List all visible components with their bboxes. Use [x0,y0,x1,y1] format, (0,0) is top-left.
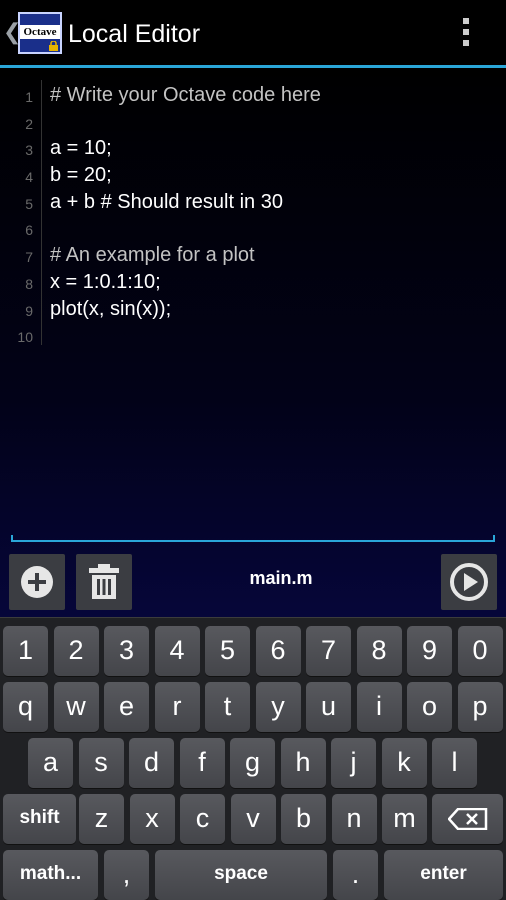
code-lines[interactable]: 1 # Write your Octave code here 2 3 a = 10; 4… [0,83,506,350]
key-c[interactable]: c [180,794,225,844]
code-text[interactable]: a + b # Should result in 30 [50,191,283,214]
line-number: 8 [25,275,33,292]
line-number: 5 [25,195,33,212]
code-line[interactable]: 6 [0,216,506,243]
run-button[interactable] [441,554,497,610]
key-v[interactable]: v [230,794,276,844]
key-p[interactable]: p [457,682,503,732]
code-text[interactable]: # An example for a plot [50,244,255,267]
add-circle-icon [21,566,53,598]
code-line[interactable]: 8 x = 1:0.1:10; [0,270,506,297]
app-logo-icon[interactable]: Octave [18,12,62,54]
key-x[interactable]: x [129,794,175,844]
key-e[interactable]: e [104,682,149,732]
code-text[interactable]: # Write your Octave code here [50,84,321,107]
key-t[interactable]: t [205,682,250,732]
key-4[interactable]: 4 [154,626,200,676]
key-f[interactable]: f [179,738,225,788]
key-8[interactable]: 8 [356,626,402,676]
shift-key[interactable]: shift [3,794,76,844]
key-u[interactable]: u [306,682,351,732]
key-1[interactable]: 1 [3,626,48,676]
code-text[interactable]: x = 1:0.1:10; [50,271,161,294]
code-text[interactable]: a = 10; [50,137,112,160]
enter-key[interactable]: enter [384,850,503,900]
line-number: 6 [25,222,33,239]
line-number: 9 [25,302,33,319]
comma-key[interactable]: , [104,850,149,900]
play-icon [450,563,488,601]
line-number: 2 [25,115,33,132]
key-9[interactable]: 9 [407,626,452,676]
code-line[interactable]: 5 a + b # Should result in 30 [0,190,506,217]
add-file-button[interactable] [9,554,65,610]
key-3[interactable]: 3 [104,626,149,676]
editor-underline [11,535,495,542]
logo-text: Octave [20,25,60,39]
key-g[interactable]: g [230,738,275,788]
key-n[interactable]: n [331,794,377,844]
page-title: Local Editor [68,20,201,48]
key-b[interactable]: b [281,794,326,844]
code-line[interactable]: 10 [0,323,506,350]
trash-icon [89,564,119,599]
key-j[interactable]: j [331,738,376,788]
key-5[interactable]: 5 [205,626,250,676]
key-w[interactable]: w [53,682,99,732]
overflow-menu-icon[interactable] [456,18,476,50]
key-l[interactable]: l [432,738,477,788]
delete-file-button[interactable] [76,554,132,610]
line-number: 1 [25,89,33,105]
line-number: 3 [25,142,33,159]
code-text[interactable]: b = 20; [50,164,112,187]
key-o[interactable]: o [407,682,452,732]
key-h[interactable]: h [280,738,326,788]
line-number: 7 [25,249,33,266]
key-i[interactable]: i [356,682,402,732]
code-line[interactable]: 9 plot(x, sin(x)); [0,297,506,324]
math-key[interactable]: math... [3,850,98,900]
key-7[interactable]: 7 [306,626,351,676]
key-6[interactable]: 6 [255,626,301,676]
backspace-key[interactable] [432,794,503,844]
code-line[interactable]: 7 # An example for a plot [0,243,506,270]
key-m[interactable]: m [382,794,427,844]
key-q[interactable]: q [3,682,48,732]
key-k[interactable]: k [381,738,427,788]
code-line[interactable]: 1 # Write your Octave code here [0,83,506,110]
action-bar: ❮ Octave Local Editor [0,0,506,66]
key-d[interactable]: d [129,738,174,788]
code-line[interactable]: 4 b = 20; [0,163,506,190]
code-text[interactable]: plot(x, sin(x)); [50,298,171,321]
code-line[interactable]: 3 a = 10; [0,136,506,163]
key-s[interactable]: s [78,738,124,788]
key-0[interactable]: 0 [457,626,503,676]
key-2[interactable]: 2 [53,626,99,676]
line-number: 4 [25,169,33,186]
key-a[interactable]: a [28,738,73,788]
line-number: 10 [17,329,33,346]
code-line[interactable]: 2 [0,110,506,137]
key-y[interactable]: y [255,682,301,732]
period-key[interactable]: . [333,850,378,900]
soft-keyboard: 1 2 3 4 5 6 7 8 9 0 q w e r t y u i o p a s d f g h j k l shift z x c v b n… [0,617,506,900]
space-key[interactable]: space [155,850,327,900]
key-z[interactable]: z [79,794,124,844]
key-r[interactable]: r [154,682,200,732]
backspace-icon [446,807,487,831]
file-name: main.m [249,568,313,588]
lock-icon [49,41,58,51]
